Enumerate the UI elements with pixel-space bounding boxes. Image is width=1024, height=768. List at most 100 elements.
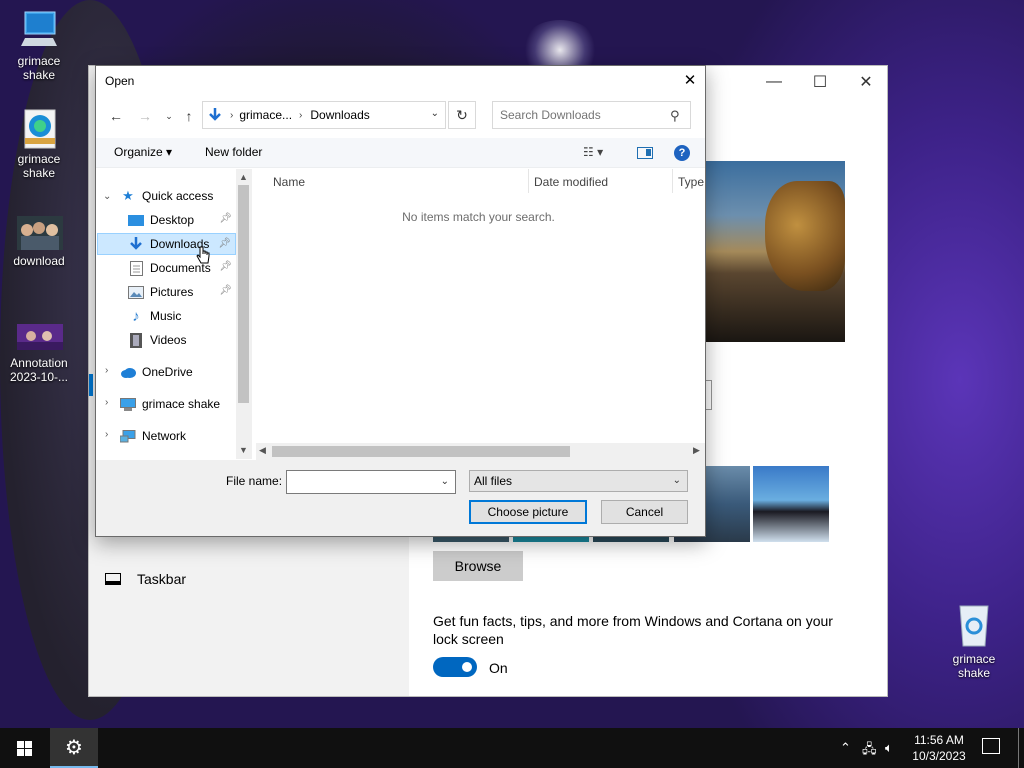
minimize-button[interactable]: — (751, 66, 797, 98)
close-button[interactable]: ✕ (843, 66, 889, 98)
scroll-thumb[interactable] (272, 446, 570, 457)
lock-screen-preview (706, 161, 845, 342)
column-header-name[interactable]: Name (273, 175, 305, 189)
chevron-right-icon[interactable]: › (105, 429, 108, 440)
search-input[interactable] (492, 101, 691, 129)
view-options-icon[interactable]: ☷ ▾ (583, 145, 603, 159)
file-name-label: File name: (226, 474, 283, 488)
tree-item-this-pc[interactable]: grimace shake (120, 393, 236, 415)
tree-item-music[interactable]: ♪ Music (128, 305, 236, 327)
chevron-down-icon[interactable]: ⌄ (431, 108, 439, 119)
forward-button[interactable]: → (135, 106, 155, 126)
tree-item-onedrive[interactable]: OneDrive (120, 361, 236, 383)
organize-button[interactable]: Organize ▾ (114, 145, 172, 159)
empty-folder-message: No items match your search. (402, 210, 555, 224)
lock-screen-tips-toggle[interactable] (433, 657, 477, 677)
volume-muted-icon[interactable]: 🔈︎ (885, 740, 893, 756)
chevron-right-icon[interactable]: › (105, 397, 108, 408)
show-desktop-button[interactable] (1018, 728, 1019, 768)
search-icon: ⚲ (670, 108, 680, 123)
desktop-icon-recycle-bin[interactable]: grimace shake (937, 602, 1011, 680)
tree-item-documents[interactable]: Documents 📌︎ (128, 257, 236, 279)
tree-item-network[interactable]: Network (120, 425, 236, 447)
tree-item-label: Quick access (142, 189, 214, 203)
hand-cursor-icon (196, 246, 210, 264)
scroll-thumb[interactable] (238, 185, 249, 403)
notification-icon[interactable] (982, 738, 1000, 754)
scroll-up-arrow[interactable]: ▲ (239, 172, 248, 182)
taskbar: ⚙ ⌃ 🖧︎ 🔈︎ 11:56 AM 10/3/2023 (0, 728, 1024, 768)
refresh-button[interactable]: ↻ (448, 101, 476, 129)
dropdown-edge[interactable] (706, 380, 712, 410)
tree-item-downloads[interactable]: Downloads 📌︎ (97, 233, 236, 255)
download-arrow-icon (209, 108, 221, 121)
start-button[interactable] (0, 728, 48, 768)
taskbar-clock[interactable]: 11:56 AM 10/3/2023 (905, 732, 973, 764)
column-divider[interactable] (672, 169, 673, 193)
choose-picture-button[interactable]: Choose picture (469, 500, 587, 524)
tree-item-pictures[interactable]: Pictures 📌︎ (128, 281, 236, 303)
file-list-pane: Name Date modified Type No items match y… (252, 169, 705, 459)
taskbar-settings-app[interactable]: ⚙ (50, 728, 98, 768)
sidebar-item-taskbar[interactable]: Taskbar (105, 571, 186, 587)
download-arrow-icon (128, 237, 144, 251)
recent-locations-button[interactable]: ⌄ (159, 106, 179, 126)
browse-button[interactable]: Browse (433, 551, 523, 581)
cancel-button[interactable]: Cancel (601, 500, 688, 524)
tree-item-label: Network (142, 429, 187, 443)
dialog-close-button[interactable]: ✕ (675, 66, 705, 94)
desktop-icon-label: Annotation 2023-10-... (9, 356, 69, 384)
chevron-right-icon[interactable]: › (105, 365, 108, 376)
file-list-hscrollbar[interactable]: ◀ ▶ (256, 443, 705, 460)
scroll-right-arrow[interactable]: ▶ (693, 445, 700, 456)
file-type-select[interactable]: All files ⌄ (469, 470, 688, 492)
desktop-icon-label: download (13, 254, 65, 268)
desktop-folder-icon (128, 213, 144, 227)
dialog-title: Open (105, 74, 135, 88)
column-divider[interactable] (528, 169, 529, 193)
breadcrumb-current[interactable]: Downloads (310, 108, 369, 122)
scroll-down-arrow[interactable]: ▼ (239, 445, 248, 455)
back-button[interactable]: ← (106, 106, 126, 126)
image-thumbnail-icon (17, 324, 63, 352)
dialog-toolbar: Organize ▾ New folder ☷ ▾ ? (96, 138, 705, 168)
chevron-up-icon[interactable]: ⌃ (840, 740, 851, 756)
tree-item-desktop[interactable]: Desktop 📌︎ (128, 209, 236, 231)
desktop-icon-this-pc[interactable]: grimace shake (2, 10, 76, 82)
open-file-dialog: Open ✕ ← → ⌄ ↑ › grimace... › Downloads … (95, 65, 706, 537)
breadcrumb-separator: › (230, 109, 234, 121)
desktop-icon-edge-document[interactable]: grimace shake (2, 108, 76, 180)
tree-item-quick-access[interactable]: ★ Quick access (120, 185, 236, 207)
network-disconnected-icon[interactable]: 🖧︎ (862, 740, 877, 762)
maximize-button[interactable]: ☐ (797, 66, 843, 98)
up-button[interactable]: ↑ (179, 106, 199, 126)
navigation-scrollbar[interactable]: ▲ ▼ (236, 169, 252, 459)
sidebar-item-label: Taskbar (137, 571, 187, 587)
network-icon (120, 429, 136, 443)
address-bar[interactable]: › grimace... › Downloads ⌄ (202, 101, 446, 129)
breadcrumb-root[interactable]: grimace... (239, 108, 292, 122)
tree-item-label: Desktop (150, 213, 195, 227)
music-note-icon: ♪ (132, 307, 140, 325)
clock-time: 11:56 AM (914, 733, 964, 747)
tree-item-videos[interactable]: Videos (128, 329, 236, 351)
tree-item-label: Pictures (150, 285, 194, 299)
cloud-icon (120, 365, 136, 379)
pin-icon: 📌︎ (218, 238, 231, 249)
desktop-icon-label: grimace shake (952, 652, 996, 680)
chevron-down-icon[interactable]: ⌄ (441, 476, 449, 487)
file-name-input[interactable]: ⌄ (286, 470, 456, 494)
help-icon[interactable]: ? (674, 145, 690, 161)
scroll-left-arrow[interactable]: ◀ (259, 445, 266, 456)
desktop-icon-download[interactable]: download (2, 216, 76, 268)
new-folder-button[interactable]: New folder (205, 145, 262, 159)
column-header-date-modified[interactable]: Date modified (534, 175, 608, 189)
tree-item-label: Videos (150, 333, 187, 347)
chevron-down-icon[interactable]: ⌄ (103, 191, 111, 202)
picture-thumbnail[interactable] (753, 466, 829, 542)
column-header-type[interactable]: Type (678, 175, 704, 189)
pictures-icon (128, 285, 144, 299)
taskbar-icon (105, 573, 121, 585)
desktop-icon-annotation[interactable]: Annotation 2023-10-... (2, 324, 76, 384)
preview-pane-icon[interactable] (637, 147, 653, 159)
